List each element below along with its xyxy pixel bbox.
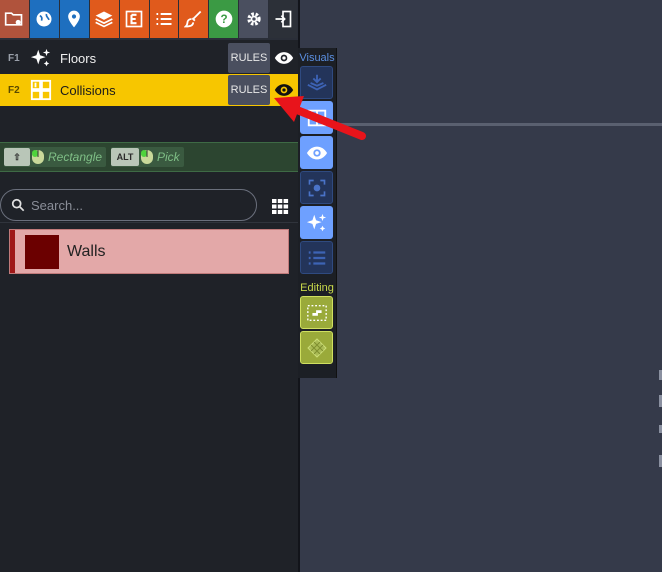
selection-bar (10, 230, 15, 273)
help-button[interactable]: ? (209, 0, 239, 38)
list-button[interactable] (149, 0, 179, 38)
rectangle-mode[interactable]: ⇧ Rectangle (4, 147, 107, 167)
mouse-icon (30, 148, 46, 166)
svg-text:?: ? (220, 13, 227, 26)
main-toolbar: ? (0, 0, 298, 40)
layer-row-floors[interactable]: F1 Floors RULES (0, 42, 298, 74)
mode-label: Pick (157, 150, 180, 164)
search-input[interactable] (31, 197, 241, 213)
select-rectangle-icon (306, 304, 327, 321)
hatch-icon (306, 337, 327, 358)
mouse-icon (139, 148, 155, 166)
layer-name: Floors (60, 50, 97, 66)
tile-list (0, 222, 298, 572)
exit-icon (275, 10, 292, 28)
select-rectangle-button[interactable] (300, 296, 333, 329)
rules-button[interactable]: RULES (228, 75, 270, 105)
paint-mode-bar: ⇧ Rectangle ALT Pick (0, 142, 298, 172)
shift-key: ⇧ (4, 148, 30, 166)
grid-view-icon (272, 199, 289, 214)
sparkle-button[interactable] (300, 206, 333, 239)
tile-label: Walls (67, 242, 106, 260)
world-button[interactable] (29, 0, 59, 38)
grid-collision-icon (28, 77, 54, 103)
list-button[interactable] (300, 241, 333, 274)
editing-heading: Editing (300, 282, 334, 294)
exit-button[interactable] (269, 0, 298, 38)
focus-button[interactable] (300, 171, 333, 204)
globe-icon (36, 11, 52, 27)
layer-key: F1 (8, 52, 20, 64)
visuals-heading: Visuals (299, 52, 335, 64)
brush-icon (183, 10, 202, 28)
entity-icon (125, 10, 143, 28)
rules-button[interactable]: RULES (228, 43, 270, 73)
entities-button[interactable] (119, 0, 149, 38)
gear-icon (247, 12, 261, 26)
map-pin-icon (68, 10, 81, 28)
list-icon (308, 250, 325, 265)
focus-icon (308, 179, 325, 196)
layer-key: F2 (8, 84, 20, 96)
folder-settings-button[interactable] (0, 0, 29, 38)
brush-button[interactable] (179, 0, 209, 38)
visibility-toggle[interactable] (270, 43, 298, 73)
layers-button[interactable] (89, 0, 119, 38)
folder-settings-icon (5, 12, 23, 26)
hatch-button[interactable] (300, 331, 333, 364)
annotation-arrow-icon (274, 96, 366, 140)
layer-row-collisions[interactable]: F2 Collisions RULES (0, 74, 298, 106)
mode-label: Rectangle (48, 150, 103, 164)
tile-item-walls[interactable]: Walls (9, 229, 289, 274)
layer-name: Collisions (60, 82, 116, 98)
location-button[interactable] (59, 0, 89, 38)
search-icon (11, 198, 25, 212)
settings-button[interactable] (239, 0, 269, 38)
help-icon: ? (215, 10, 233, 28)
sparkle-icon (306, 213, 326, 231)
pick-mode[interactable]: ALT Pick (111, 147, 184, 167)
list-icon (156, 12, 172, 26)
sparkle-icon (28, 45, 54, 71)
search-box (0, 189, 257, 221)
grid-view-button[interactable] (270, 196, 290, 216)
canvas-boundary-line (337, 123, 662, 126)
tile-color-swatch (25, 234, 59, 269)
eye-icon (274, 52, 294, 64)
alt-key: ALT (111, 148, 139, 166)
layers-icon (95, 11, 113, 28)
